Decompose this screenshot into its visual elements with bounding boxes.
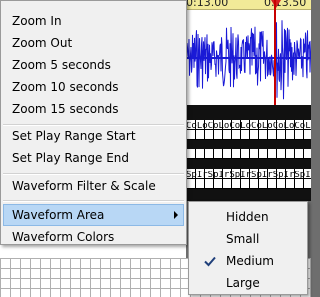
menu-separator xyxy=(3,200,184,202)
menu-item-zoom-5-seconds[interactable]: Zoom 5 seconds xyxy=(3,54,184,76)
waveform-area-submenu: Hidden Small Medium Large xyxy=(188,201,308,295)
waveform-view[interactable] xyxy=(186,10,311,105)
menu-item-zoom-out[interactable]: Zoom Out xyxy=(3,32,184,54)
submenu-arrow-icon xyxy=(174,211,178,219)
timing-grid-1[interactable] xyxy=(186,149,311,159)
track-separator xyxy=(186,105,311,120)
menu-item-zoom-10-seconds[interactable]: Zoom 10 seconds xyxy=(3,76,184,98)
waveform-context-menu: Zoom In Zoom Out Zoom 5 seconds Zoom 10 … xyxy=(0,0,187,245)
track-separator xyxy=(186,159,311,169)
submenu-item-small[interactable]: Small xyxy=(191,228,305,250)
play-cursor-line xyxy=(274,0,276,105)
menu-item-set-play-range-end[interactable]: Set Play Range End xyxy=(3,147,184,169)
submenu-item-large[interactable]: Large xyxy=(191,272,305,294)
menu-item-waveform-area[interactable]: Waveform Area xyxy=(3,204,184,226)
time-label-left: 0:13.00 xyxy=(186,0,229,9)
lyric-text-row-2: SpIrSpIrSpIrSpIrSpIrSpIr xyxy=(186,171,311,180)
track-separator xyxy=(186,189,311,201)
menu-item-waveform-colors[interactable]: Waveform Colors xyxy=(3,226,184,248)
checkmark-icon xyxy=(204,256,216,267)
submenu-item-medium[interactable]: Medium xyxy=(191,250,305,272)
submenu-item-hidden[interactable]: Hidden xyxy=(191,206,305,228)
submenu-item-medium-label: Medium xyxy=(226,254,274,268)
lyric-text-row-1: CoLoCoLoCoLoCoLoCoLoCoLo xyxy=(186,122,311,131)
menu-item-waveform-filter-scale[interactable]: Waveform Filter & Scale xyxy=(3,175,184,197)
menu-item-zoom-in[interactable]: Zoom In xyxy=(3,10,184,32)
menu-item-zoom-15-seconds[interactable]: Zoom 15 seconds xyxy=(3,98,184,120)
menu-item-set-play-range-start[interactable]: Set Play Range Start xyxy=(3,125,184,147)
track-separator xyxy=(186,140,311,149)
menu-item-waveform-area-label: Waveform Area xyxy=(12,208,105,222)
waveform-graph xyxy=(186,10,311,105)
